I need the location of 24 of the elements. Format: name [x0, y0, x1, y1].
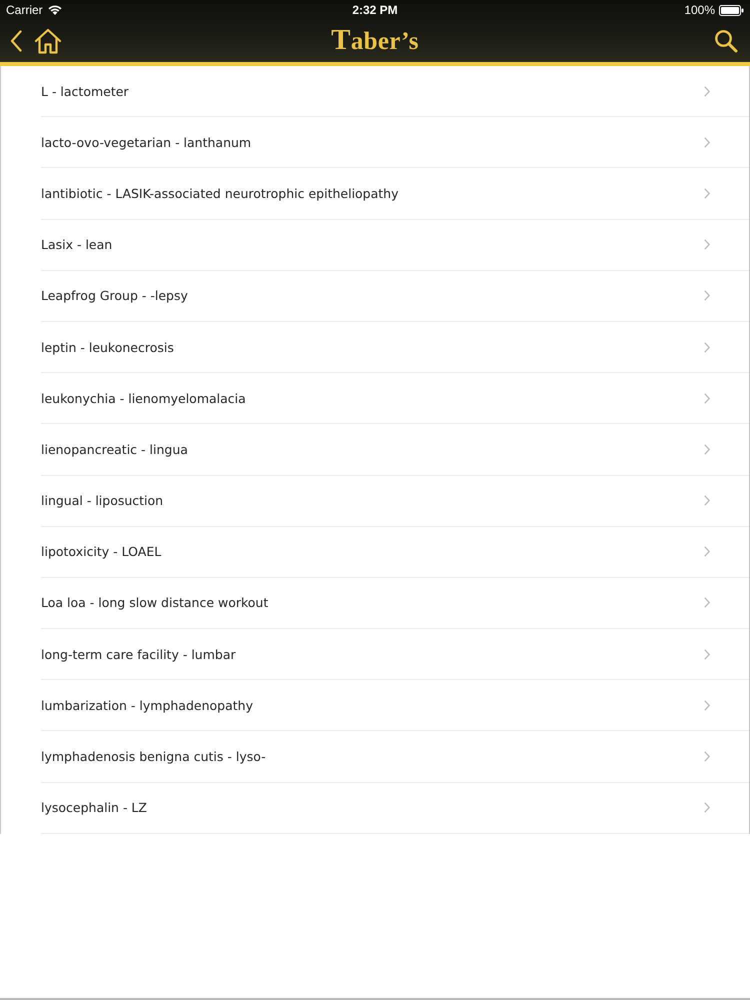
chevron-right-icon: [704, 86, 710, 97]
wifi-icon: [48, 5, 62, 15]
battery-icon: [719, 4, 744, 16]
carrier-label: Carrier: [6, 3, 43, 17]
app-logo-title: Taber’s: [331, 24, 419, 57]
clock-label: 2:32 PM: [352, 3, 398, 17]
chevron-right-icon: [704, 290, 710, 302]
chevron-right-icon: [704, 546, 710, 558]
chevron-right-icon: [704, 495, 710, 506]
search-button[interactable]: [714, 29, 738, 53]
chevron-right-icon: [704, 342, 710, 353]
chevron-right-icon: [704, 802, 710, 814]
chevron-right-icon: [704, 648, 710, 660]
chevron-right-icon: [704, 392, 710, 404]
chevron-right-icon: [704, 751, 710, 762]
battery-percent: 100%: [684, 3, 716, 17]
chevron-right-icon: [704, 239, 710, 250]
chevron-right-icon: [704, 188, 710, 199]
chevron-right-icon: [704, 444, 710, 455]
chevron-right-icon: [704, 597, 710, 608]
chevron-right-icon: [704, 136, 710, 148]
back-button[interactable]: [10, 30, 22, 52]
chevron-right-icon: [704, 700, 710, 711]
home-button[interactable]: [34, 28, 62, 54]
